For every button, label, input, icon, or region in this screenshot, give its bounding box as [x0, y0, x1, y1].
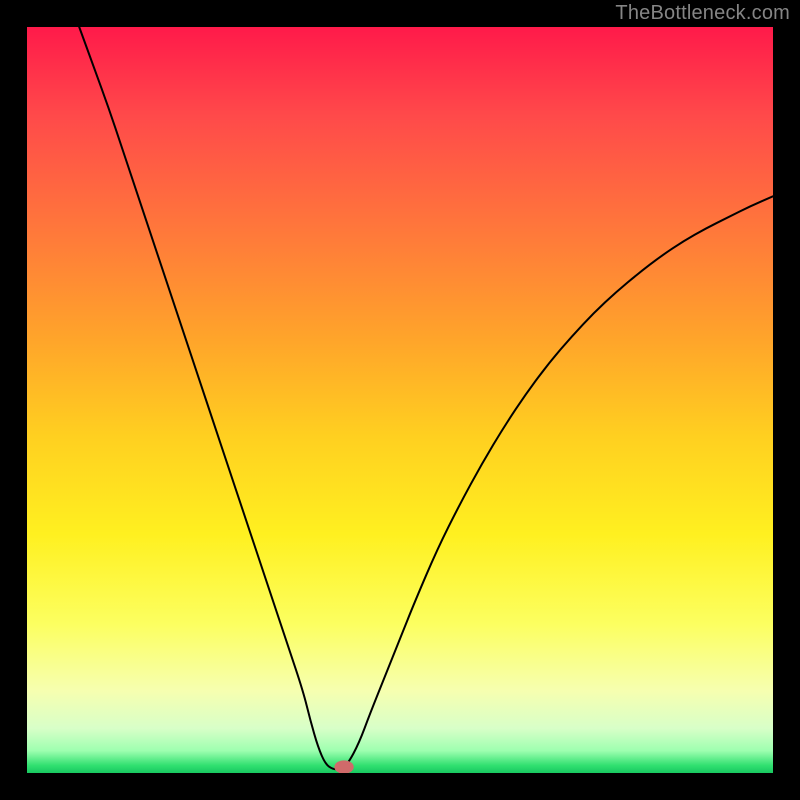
- chart-frame: TheBottleneck.com: [0, 0, 800, 800]
- plot-area: [27, 27, 773, 773]
- bottleneck-curve: [79, 27, 773, 769]
- curve-overlay: [27, 27, 773, 773]
- min-marker: [334, 760, 353, 773]
- attribution-label: TheBottleneck.com: [615, 2, 790, 25]
